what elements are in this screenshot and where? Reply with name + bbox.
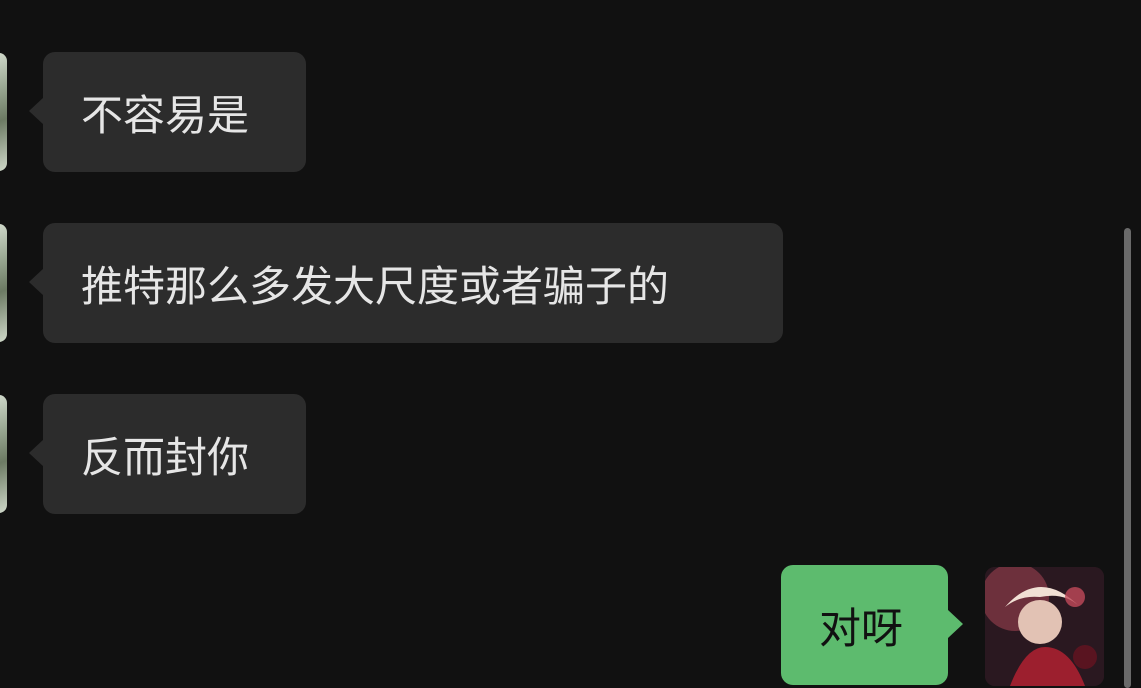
message-bubble-outgoing[interactable]: 对呀	[781, 565, 963, 685]
message-bubble-incoming[interactable]: 推特那么多发大尺度或者骗子的	[29, 223, 783, 343]
scrollbar[interactable]	[1124, 228, 1131, 688]
contact-avatar[interactable]	[0, 224, 7, 342]
message-text: 不容易是	[81, 90, 250, 140]
message-text: 推特那么多发大尺度或者骗子的	[81, 261, 670, 311]
message-bubble-incoming[interactable]: 不容易是	[29, 52, 306, 172]
message-text: 反而封你	[81, 432, 250, 482]
contact-avatar[interactable]	[0, 395, 7, 513]
contact-avatar[interactable]	[0, 53, 7, 171]
avatar-portrait-icon	[985, 567, 1104, 686]
user-avatar[interactable]	[985, 567, 1104, 686]
message-text: 对呀	[819, 603, 904, 653]
message-bubble-incoming[interactable]: 反而封你	[29, 394, 306, 514]
chat-window: 不容易是 推特那么多发大尺度或者骗子的 反而封你 对呀	[0, 0, 1141, 688]
